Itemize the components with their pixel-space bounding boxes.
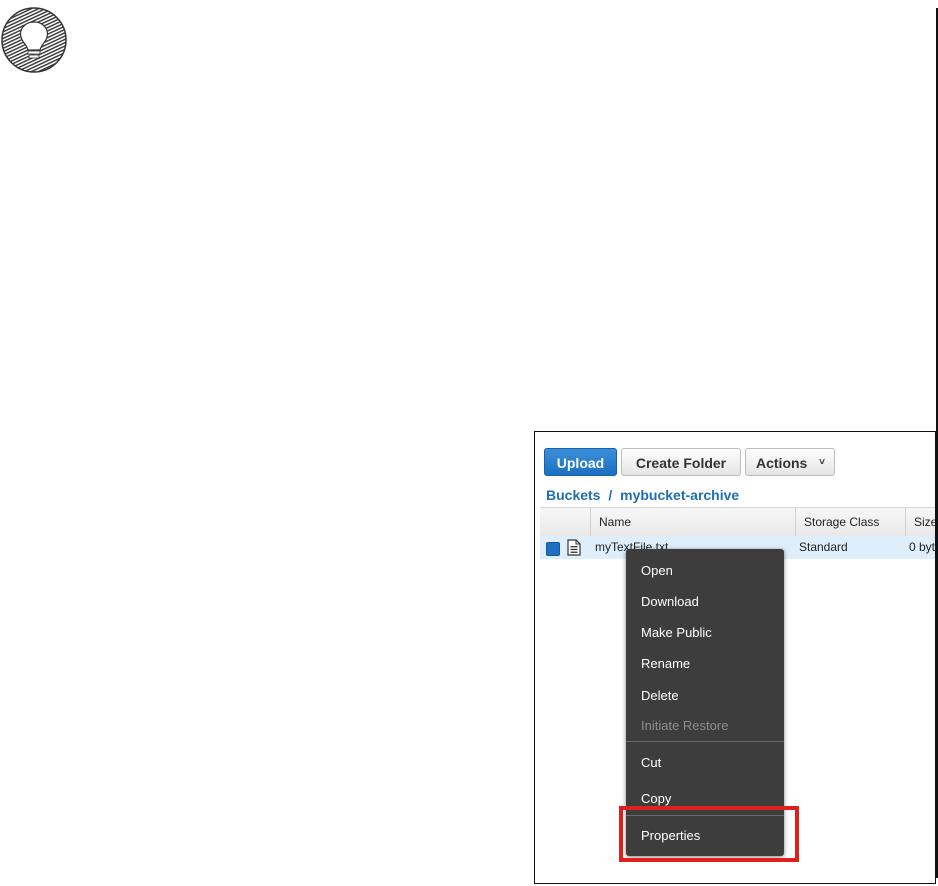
file-size: 0 bytes bbox=[909, 540, 936, 554]
actions-button[interactable]: Actions ˅ bbox=[745, 448, 835, 476]
menu-item-open[interactable]: Open bbox=[641, 563, 673, 578]
file-storage-class: Standard bbox=[799, 540, 848, 554]
breadcrumb-current-bucket[interactable]: mybucket-archive bbox=[620, 487, 739, 503]
menu-item-download[interactable]: Download bbox=[641, 594, 699, 609]
row-checkbox[interactable] bbox=[546, 542, 560, 556]
menu-divider bbox=[626, 741, 784, 742]
s3-console-screenshot: Upload Create Folder Actions ˅ Buckets /… bbox=[534, 431, 936, 884]
file-icon bbox=[567, 539, 581, 559]
menu-item-initiate-restore: Initiate Restore bbox=[641, 718, 729, 733]
column-header-size[interactable]: Size bbox=[905, 508, 935, 536]
properties-highlight-box bbox=[619, 806, 799, 862]
breadcrumb-buckets-link[interactable]: Buckets bbox=[546, 487, 600, 503]
menu-item-rename[interactable]: Rename bbox=[641, 656, 690, 671]
breadcrumb: Buckets / mybucket-archive bbox=[546, 487, 739, 503]
menu-item-make-public[interactable]: Make Public bbox=[641, 625, 712, 640]
table-header: Name Storage Class Size bbox=[540, 507, 935, 537]
menu-item-copy[interactable]: Copy bbox=[641, 791, 671, 806]
menu-item-delete[interactable]: Delete bbox=[641, 688, 679, 703]
breadcrumb-separator: / bbox=[608, 487, 613, 503]
upload-button[interactable]: Upload bbox=[544, 448, 617, 476]
column-header-name[interactable]: Name bbox=[590, 508, 795, 536]
chevron-down-icon: ˅ bbox=[819, 457, 825, 468]
create-folder-button[interactable]: Create Folder bbox=[621, 448, 741, 476]
lightbulb-icon bbox=[0, 6, 68, 74]
column-header-storage-class[interactable]: Storage Class bbox=[795, 508, 905, 536]
menu-item-cut[interactable]: Cut bbox=[641, 755, 661, 770]
actions-label: Actions bbox=[756, 455, 808, 471]
